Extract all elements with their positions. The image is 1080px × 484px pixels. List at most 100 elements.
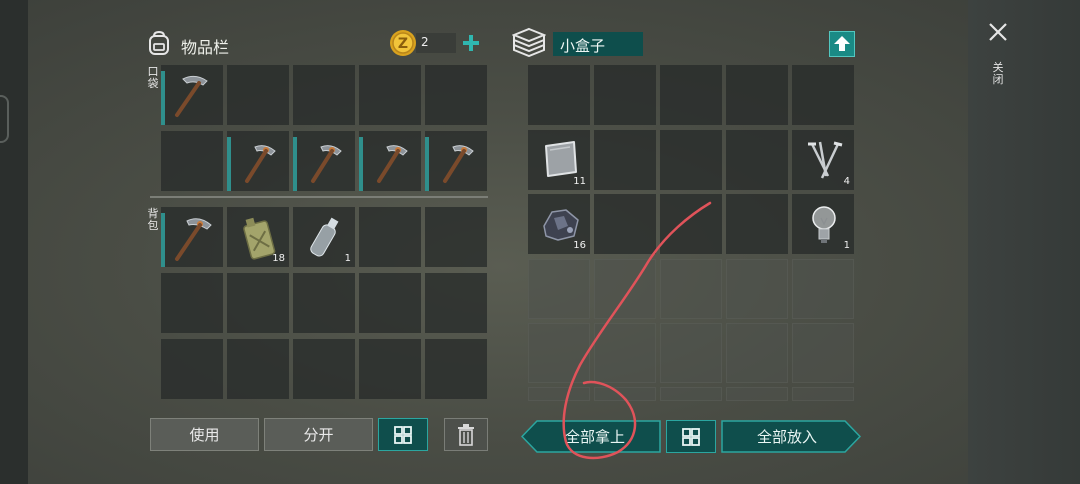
backpack-slot-10[interactable] [425, 273, 487, 333]
pickaxe-icon [377, 145, 408, 183]
light-bulb-icon [812, 206, 836, 243]
trash-icon [458, 423, 474, 446]
pocket-slot-8[interactable] [293, 131, 355, 191]
container-slot-2[interactable] [594, 65, 656, 125]
container-slot-3[interactable] [660, 65, 722, 125]
container-slot-locked [528, 323, 590, 383]
backpack-slot-12[interactable] [227, 339, 289, 399]
backpack-slot-5[interactable] [425, 207, 487, 267]
pocket-slot-7[interactable] [227, 131, 289, 191]
container-slot-locked [660, 259, 722, 319]
container-slot-locked [660, 387, 722, 401]
pocket-slot-2[interactable] [227, 65, 289, 125]
box-icon [512, 27, 546, 57]
put-all-button[interactable]: 全部放入 [721, 420, 861, 453]
container-slot-4[interactable] [726, 65, 788, 125]
pickaxe-icon [443, 145, 474, 183]
item-quantity: 18 [272, 253, 285, 264]
section-divider [150, 196, 488, 198]
use-button[interactable]: 使用 [150, 418, 259, 451]
trash-button[interactable] [444, 418, 488, 451]
container-slot-13[interactable] [660, 194, 722, 254]
put-all-label: 全部放入 [756, 428, 817, 446]
container-slot-locked [528, 387, 590, 401]
pickaxe-icon [245, 145, 276, 183]
container-slot-9[interactable] [726, 130, 788, 190]
backpack-slot-3[interactable]: 1 [293, 207, 355, 267]
coin-icon: Z [390, 30, 416, 56]
grid-sort-icon [682, 427, 700, 446]
device-notch [0, 95, 9, 143]
coin-count-text: 2 [421, 35, 429, 49]
container-name: 小盒子 [560, 37, 606, 55]
add-coins-icon[interactable] [461, 33, 481, 53]
container-slot-14[interactable] [726, 194, 788, 254]
backpack-slot-2[interactable]: 18 [227, 207, 289, 267]
device-edge [0, 0, 28, 484]
backpack-slot-15[interactable] [425, 339, 487, 399]
container-slot-locked [594, 259, 656, 319]
pocket-slot-9[interactable] [359, 131, 421, 191]
close-panel [968, 0, 1080, 484]
container-slot-11[interactable]: 16 [528, 194, 590, 254]
pocket-slot-4[interactable] [359, 65, 421, 125]
container-slot-locked [528, 259, 590, 319]
arrow-up-icon [834, 36, 850, 51]
pocket-slot-5[interactable] [425, 65, 487, 125]
water-bottle-icon [310, 217, 339, 257]
backpack-slot-1[interactable] [161, 207, 223, 267]
split-button[interactable]: 分开 [264, 418, 373, 451]
container-slot-locked [594, 387, 656, 401]
container-slot-locked [726, 323, 788, 383]
backpack-slot-11[interactable] [161, 339, 223, 399]
take-all-label: 全部拿上 [564, 428, 625, 446]
sort-inventory-button[interactable] [378, 418, 428, 451]
item-quantity: 1 [344, 253, 351, 264]
close-icon[interactable] [987, 21, 1009, 43]
upload-button[interactable] [829, 31, 855, 57]
backpack-slot-7[interactable] [227, 273, 289, 333]
item-quantity: 11 [573, 176, 586, 187]
container-slot-locked [792, 387, 854, 401]
pickaxe-icon [175, 218, 212, 261]
item-quantity: 4 [843, 176, 850, 187]
container-slot-locked [792, 323, 854, 383]
container-slot-1[interactable] [528, 65, 590, 125]
pocket-label: 口袋 [147, 65, 159, 90]
take-all-button[interactable]: 全部拿上 [521, 420, 661, 453]
sort-container-button[interactable] [666, 420, 716, 453]
container-slot-locked [594, 323, 656, 383]
backpack-slot-14[interactable] [359, 339, 421, 399]
pocket-slot-10[interactable] [425, 131, 487, 191]
container-slot-12[interactable] [594, 194, 656, 254]
container-slot-5[interactable] [792, 65, 854, 125]
container-slot-locked [660, 323, 722, 383]
backpack-label: 背包 [147, 207, 159, 232]
nails-icon [808, 141, 843, 179]
pocket-slot-6[interactable] [161, 131, 223, 191]
pickaxe-icon [175, 75, 208, 117]
pickaxe-icon [311, 145, 342, 183]
item-quantity: 1 [843, 240, 850, 251]
pocket-slot-3[interactable] [293, 65, 355, 125]
container-slot-8[interactable] [660, 130, 722, 190]
inventory-title: 物品栏 [181, 38, 230, 57]
pocket-slot-1[interactable] [161, 65, 223, 125]
container-slot-10[interactable]: 4 [792, 130, 854, 190]
close-label[interactable]: 关闭 [992, 62, 1004, 86]
grid-sort-icon [394, 425, 412, 444]
use-button-label: 使用 [189, 426, 220, 444]
backpack-slot-9[interactable] [359, 273, 421, 333]
container-slot-6[interactable]: 11 [528, 130, 590, 190]
container-slot-15[interactable]: 1 [792, 194, 854, 254]
split-button-label: 分开 [303, 426, 334, 444]
backpack-slot-8[interactable] [293, 273, 355, 333]
container-slot-locked [726, 259, 788, 319]
container-slot-locked [792, 259, 854, 319]
backpack-slot-6[interactable] [161, 273, 223, 333]
backpack-slot-4[interactable] [359, 207, 421, 267]
backpack-slot-13[interactable] [293, 339, 355, 399]
container-slot-7[interactable] [594, 130, 656, 190]
svg-text:Z: Z [398, 36, 408, 52]
container-slot-locked [726, 387, 788, 401]
